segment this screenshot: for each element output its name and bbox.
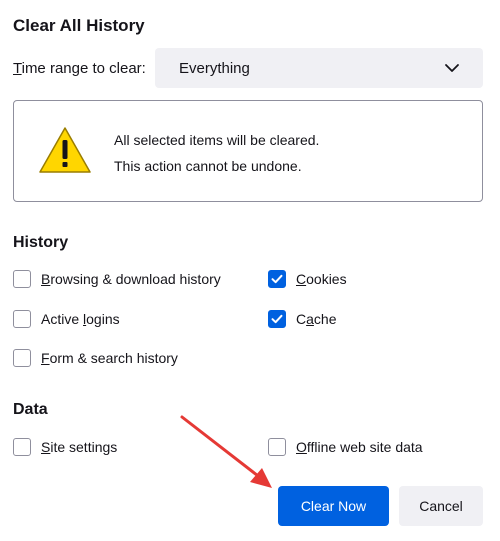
checkbox-cache[interactable]: Cache — [268, 308, 337, 330]
checkbox-cookies[interactable]: Cookies — [268, 268, 347, 290]
checkbox-box[interactable] — [268, 438, 286, 456]
time-range-select[interactable]: Everything — [155, 48, 483, 88]
time-range-value: Everything — [179, 60, 250, 77]
label-text: che — [313, 311, 337, 327]
time-range-label: Time range to clear: — [13, 60, 146, 77]
chevron-down-icon — [445, 64, 459, 72]
checkbox-browsing-download-history[interactable]: Browsing & download history — [13, 268, 221, 290]
warning-line-1: All selected items will be cleared. — [114, 132, 320, 148]
checkbox-box[interactable] — [268, 270, 286, 288]
label-text-pre: C — [296, 311, 307, 327]
warning-icon — [39, 127, 91, 173]
clear-now-button[interactable]: Clear Now — [278, 486, 389, 526]
dialog-title: Clear All History — [13, 16, 145, 35]
accesskey-letter: O — [296, 439, 307, 455]
label-text: ite settings — [50, 439, 118, 455]
checkbox-box[interactable] — [13, 349, 31, 367]
checkmark-icon — [271, 314, 283, 324]
accesskey-letter: F — [41, 350, 50, 366]
checkbox-label: Cache — [296, 311, 337, 327]
time-range-accesskey: T — [13, 60, 22, 77]
time-range-label-text: ime range to clear: — [21, 60, 146, 77]
history-heading: History — [13, 234, 69, 251]
checkbox-box[interactable] — [13, 438, 31, 456]
cancel-button[interactable]: Cancel — [399, 486, 483, 526]
checkbox-label: Browsing & download history — [41, 271, 221, 287]
checkbox-label: Cookies — [296, 271, 347, 287]
checkbox-label: Active logins — [41, 311, 120, 327]
data-heading: Data — [13, 401, 48, 418]
checkbox-active-logins[interactable]: Active logins — [13, 308, 120, 330]
label-text: ogins — [86, 311, 120, 327]
checkbox-label: Form & search history — [41, 350, 178, 366]
clear-history-dialog: Clear All History Time range to clear: E… — [0, 0, 500, 541]
label-text: orm & search history — [49, 350, 178, 366]
accesskey-letter: S — [41, 439, 51, 455]
checkbox-label: Site settings — [41, 439, 117, 455]
label-text: rowsing & download history — [50, 271, 221, 287]
accesskey-letter: a — [306, 311, 314, 327]
checkbox-offline-website-data[interactable]: Offline web site data — [268, 436, 423, 458]
warning-line-2: This action cannot be undone. — [114, 158, 302, 174]
accesskey-letter: C — [296, 271, 307, 287]
checkbox-box[interactable] — [268, 310, 286, 328]
accesskey-letter: B — [41, 271, 51, 287]
checkbox-box[interactable] — [13, 310, 31, 328]
checkbox-form-search-history[interactable]: Form & search history — [13, 347, 178, 369]
warning-box: All selected items will be cleared. This… — [13, 100, 483, 202]
label-text-pre: Active — [41, 311, 84, 327]
checkmark-icon — [271, 274, 283, 284]
checkbox-box[interactable] — [13, 270, 31, 288]
checkbox-label: Offline web site data — [296, 439, 423, 455]
label-text: ffline web site data — [306, 439, 423, 455]
label-text: ookies — [306, 271, 347, 287]
checkbox-site-settings[interactable]: Site settings — [13, 436, 117, 458]
